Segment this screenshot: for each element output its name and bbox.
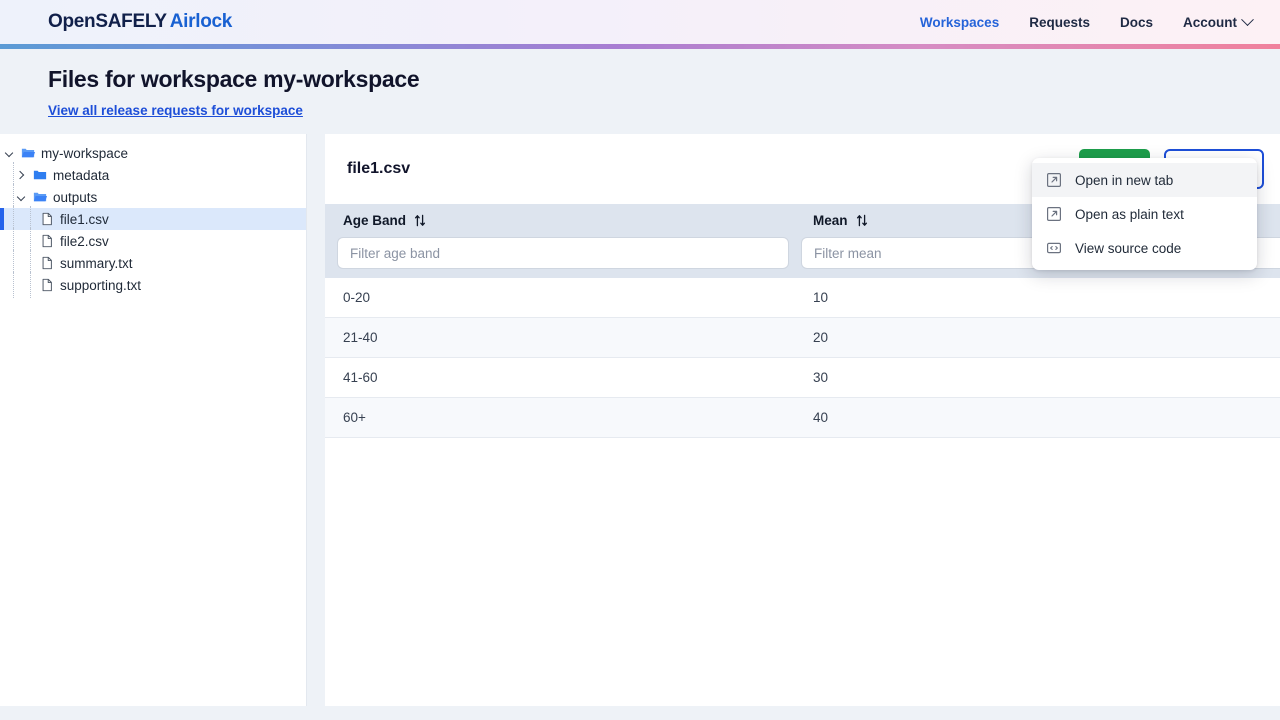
file-icon bbox=[42, 278, 52, 292]
menu-item-label: View source code bbox=[1075, 240, 1182, 256]
sort-icon[interactable] bbox=[414, 214, 426, 227]
nav-item-requests[interactable]: Requests bbox=[1029, 15, 1090, 30]
tree-node-file1-csv[interactable]: file1.csv bbox=[0, 206, 306, 232]
external-link-icon bbox=[1047, 173, 1062, 188]
menu-item-open-in-new-tab[interactable]: Open in new tab bbox=[1032, 163, 1257, 197]
file-icon bbox=[42, 212, 52, 226]
tree-node-supporting-txt[interactable]: supporting.txt bbox=[0, 272, 306, 298]
tree-guide-line bbox=[13, 272, 14, 298]
view-all-release-requests-link[interactable]: View all release requests for workspace bbox=[48, 103, 303, 118]
page-header: Files for workspace my-workspace View al… bbox=[0, 49, 1280, 134]
menu-item-label: Open in new tab bbox=[1075, 172, 1174, 188]
chevron-down-icon[interactable] bbox=[16, 192, 27, 203]
cell-mean: 20 bbox=[795, 317, 1280, 358]
tree-label: file2.csv bbox=[60, 233, 109, 249]
chevron-down-icon bbox=[1241, 12, 1254, 26]
tree-node-file2-csv[interactable]: file2.csv bbox=[0, 228, 306, 254]
tree-label: my-workspace bbox=[41, 145, 129, 161]
cell-age-band: 0-20 bbox=[325, 278, 795, 318]
file-icon bbox=[42, 234, 52, 248]
folder-open-icon bbox=[33, 192, 47, 202]
logo-airlock: Airlock bbox=[169, 11, 233, 32]
cell-age-band: 60+ bbox=[325, 397, 795, 438]
content-layout: my-workspace metadata outputs file1.csv … bbox=[0, 134, 1280, 706]
tree-node-outputs[interactable]: outputs bbox=[0, 184, 306, 210]
tree-node-my-workspace[interactable]: my-workspace bbox=[0, 142, 306, 164]
logo-opensafely: OpenSAFELY bbox=[48, 11, 167, 32]
cell-age-band: 41-60 bbox=[325, 357, 795, 398]
table-row: 60+ 40 bbox=[325, 397, 1280, 438]
tree-label: file1.csv bbox=[60, 211, 109, 227]
sort-icon[interactable] bbox=[856, 214, 868, 227]
column-header-label: Mean bbox=[813, 213, 848, 228]
nav-item-docs[interactable]: Docs bbox=[1120, 15, 1153, 30]
nav-label-workspaces: Workspaces bbox=[919, 14, 1000, 30]
tree-guide-line bbox=[30, 272, 31, 298]
table-body: 0-20 10 21-40 20 41-60 30 60+ 40 bbox=[325, 278, 1280, 438]
tree-label: supporting.txt bbox=[60, 277, 142, 293]
file-icon bbox=[42, 256, 52, 270]
app-logo[interactable]: OpenSAFELY Airlock bbox=[48, 11, 232, 33]
file-actions-dropdown-menu: Open in new tab Open as plain text View … bbox=[1032, 158, 1257, 270]
filter-input-age-band[interactable] bbox=[337, 237, 789, 269]
code-brackets-icon bbox=[1047, 242, 1062, 254]
file-tree: my-workspace metadata outputs file1.csv … bbox=[0, 142, 306, 298]
cell-mean: 10 bbox=[795, 278, 1280, 318]
column-header-age-band: Age Band bbox=[325, 204, 795, 237]
top-navigation-bar: OpenSAFELY Airlock Workspaces Requests Do… bbox=[0, 0, 1280, 44]
external-link-icon bbox=[1047, 207, 1062, 222]
cell-mean: 40 bbox=[795, 397, 1280, 438]
nav-item-workspaces[interactable]: Workspaces bbox=[920, 15, 999, 30]
nav-item-account[interactable]: Account bbox=[1183, 12, 1254, 30]
file-content-panel: file1.csv Add More Open in new tab Op bbox=[325, 134, 1280, 706]
chevron-down-icon[interactable] bbox=[4, 148, 15, 159]
table-row: 41-60 30 bbox=[325, 357, 1280, 398]
menu-item-label: Open as plain text bbox=[1075, 206, 1184, 222]
tree-label: outputs bbox=[53, 189, 98, 205]
page-title: Files for workspace my-workspace bbox=[48, 66, 420, 92]
menu-item-view-source-code[interactable]: View source code bbox=[1032, 231, 1257, 265]
column-header-label: Age Band bbox=[343, 213, 407, 228]
cell-age-band: 21-40 bbox=[325, 317, 795, 358]
tree-node-metadata[interactable]: metadata bbox=[0, 162, 306, 188]
folder-open-icon bbox=[21, 148, 35, 158]
tree-node-summary-txt[interactable]: summary.txt bbox=[0, 250, 306, 276]
folder-closed-icon bbox=[33, 170, 47, 180]
menu-item-open-as-plain-text[interactable]: Open as plain text bbox=[1032, 197, 1257, 231]
cell-mean: 30 bbox=[795, 357, 1280, 398]
table-row: 0-20 10 bbox=[325, 278, 1280, 318]
tree-label: metadata bbox=[53, 167, 110, 183]
nav-label-docs: Docs bbox=[1119, 14, 1153, 30]
nav-label-requests: Requests bbox=[1029, 14, 1090, 30]
chevron-right-icon[interactable] bbox=[16, 170, 27, 181]
nav-label-account: Account bbox=[1183, 14, 1237, 30]
main-nav: Workspaces Requests Docs Account bbox=[920, 12, 1254, 30]
file-title: file1.csv bbox=[347, 160, 411, 177]
table-row: 21-40 20 bbox=[325, 317, 1280, 358]
tree-label: summary.txt bbox=[60, 255, 133, 271]
file-tree-sidebar: my-workspace metadata outputs file1.csv … bbox=[0, 134, 307, 706]
